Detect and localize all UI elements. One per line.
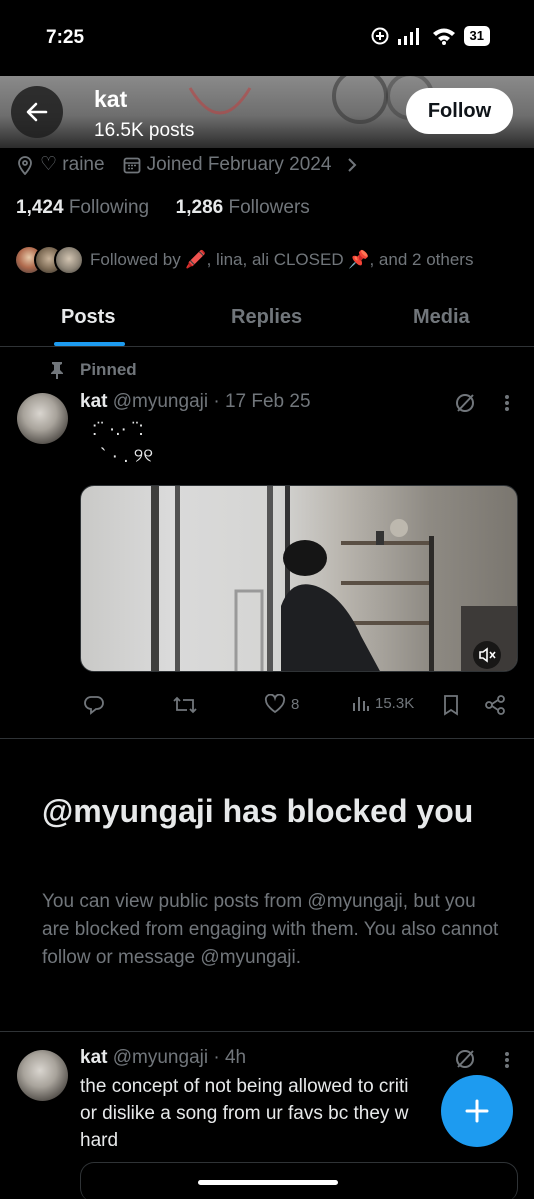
followed-by-text: Followed by 🖍️, lina, ali CLOSED 📌, and … — [90, 250, 474, 269]
profile-location: ♡ raine — [40, 154, 105, 175]
followed-by-row[interactable]: Followed by 🖍️, lina, ali CLOSED 📌, and … — [14, 245, 473, 275]
back-button[interactable] — [11, 86, 63, 138]
share-icon — [485, 695, 505, 715]
profile-meta: ♡ raine Joined February 2024 — [16, 153, 359, 176]
data-saver-icon — [371, 27, 389, 45]
divider — [0, 738, 534, 739]
mute-icon — [479, 647, 496, 663]
followers-count: 1,286 — [175, 197, 224, 218]
battery-indicator: 31 — [463, 26, 490, 46]
tweet-time[interactable]: · 4h — [213, 1047, 246, 1068]
plus-icon — [465, 1099, 489, 1123]
follow-counts: 1,424 Following 1,286 Followers — [16, 197, 310, 219]
blocked-title: @myungaji has blocked you — [42, 793, 474, 829]
profile-joined: Joined February 2024 — [146, 153, 332, 175]
calendar-icon — [123, 157, 140, 173]
chevron-right-icon[interactable] — [345, 156, 359, 174]
home-indicator[interactable] — [198, 1180, 338, 1185]
tweet-author-name[interactable]: kat — [80, 1047, 107, 1068]
divider — [0, 1031, 534, 1032]
tweet-text-line-1: :¨ ·.· ¨: — [92, 419, 144, 440]
like-button[interactable]: 8 — [264, 694, 299, 714]
retweet-button[interactable] — [172, 694, 198, 716]
follow-button[interactable]: Follow — [406, 88, 513, 134]
banner-artwork — [188, 76, 434, 124]
grok-icon[interactable] — [454, 1048, 476, 1070]
blocked-description: You can view public posts from @myungaji… — [42, 891, 499, 968]
tweet-text-line-2: ` · . ୨୧ — [100, 446, 154, 467]
signal-icon — [397, 28, 419, 45]
wifi-icon — [432, 28, 455, 45]
tweet-text-line-2: or dislike a song from ur favs bc they w — [80, 1103, 409, 1124]
tweet-time[interactable]: · 17 Feb 25 — [213, 391, 310, 412]
following-count: 1,424 — [16, 197, 64, 218]
status-time: 7:25 — [46, 27, 85, 48]
tweet-avatar[interactable] — [17, 393, 68, 444]
status-bar: 7:25 31 — [0, 0, 534, 76]
like-count: 8 — [291, 695, 300, 713]
tweet-header: kat @myungaji · 4h — [80, 1047, 246, 1069]
compose-button[interactable] — [441, 1075, 513, 1147]
tab-replies[interactable]: Replies — [231, 306, 302, 329]
header-post-count: 16.5K posts — [94, 120, 195, 141]
tab-posts[interactable]: Posts — [61, 306, 115, 329]
reply-icon — [84, 696, 104, 715]
view-count: 15.3K — [375, 694, 415, 712]
tweet-text-line-3: hard — [80, 1130, 119, 1151]
following-link[interactable]: 1,424 Following — [16, 197, 149, 218]
location-pin-icon — [18, 155, 32, 175]
bookmark-button[interactable] — [442, 694, 460, 716]
mute-button[interactable] — [473, 641, 501, 669]
pinned-label: Pinned — [50, 360, 137, 380]
tweet-actions: 8 15.3K — [80, 694, 520, 718]
header-name: kat — [94, 86, 128, 112]
retweet-icon — [173, 696, 197, 714]
video-frame — [151, 486, 517, 671]
status-icons: 31 — [370, 26, 490, 46]
reply-button[interactable] — [83, 694, 105, 716]
more-icon[interactable] — [503, 393, 511, 413]
more-icon[interactable] — [503, 1050, 511, 1070]
share-button[interactable] — [484, 694, 506, 716]
tweet-text-line-1: the concept of not being allowed to crit… — [80, 1076, 409, 1097]
followers-link[interactable]: 1,286 Followers — [176, 197, 310, 218]
views-icon — [353, 697, 369, 711]
bookmark-icon — [444, 695, 458, 716]
tweet-author-handle[interactable]: @myungaji — [113, 391, 208, 412]
tweet-header: kat @myungaji · 17 Feb 25 — [80, 391, 311, 413]
tweet-author-name[interactable]: kat — [80, 391, 107, 412]
followers-label: Followers — [228, 197, 310, 218]
views-button[interactable]: 15.3K — [352, 694, 414, 712]
tweet-author-handle[interactable]: @myungaji — [113, 1047, 208, 1068]
following-label: Following — [68, 197, 150, 218]
pin-icon — [51, 362, 63, 379]
tab-media[interactable]: Media — [413, 306, 470, 329]
active-tab-indicator — [54, 342, 125, 346]
profile-tabs: Posts Replies Media — [0, 296, 534, 347]
pinned-text: Pinned — [80, 360, 137, 379]
tweet-avatar[interactable] — [17, 1050, 68, 1101]
arrow-left-icon — [26, 102, 48, 122]
grok-icon[interactable] — [454, 392, 476, 414]
follower-avatar — [54, 245, 84, 275]
tweet-video[interactable] — [80, 485, 518, 672]
heart-icon — [264, 694, 286, 714]
